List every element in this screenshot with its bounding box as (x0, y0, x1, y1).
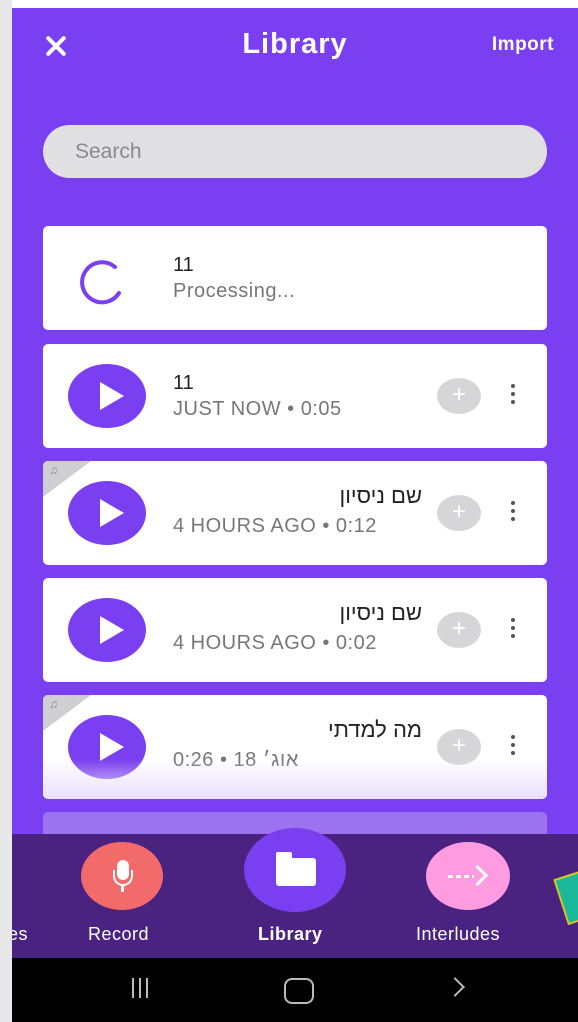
more-options-icon[interactable] (509, 384, 517, 408)
music-note-icon: ♫ (49, 463, 58, 477)
music-note-icon: ♫ (49, 697, 58, 711)
recording-meta: 4 HOURS AGO • 0:12 (173, 515, 377, 537)
play-button[interactable] (68, 364, 146, 428)
nav-record-label[interactable]: Record (88, 924, 149, 945)
recording-status: Processing... (173, 280, 296, 302)
recording-card[interactable]: ♫ שם ניסיון 4 HOURS AGO • 0:12 + (43, 461, 547, 565)
library-tab-button[interactable] (244, 828, 346, 912)
top-bar: Library Import (12, 8, 578, 88)
system-navigation-bar (12, 958, 578, 1022)
recording-meta: JUST NOW • 0:05 (173, 398, 342, 420)
recent-apps-icon[interactable] (132, 978, 154, 1000)
play-button[interactable] (68, 481, 146, 545)
recording-meta: 4 HOURS AGO • 0:02 (173, 632, 377, 654)
add-button[interactable]: + (437, 378, 481, 414)
loading-spinner-icon (80, 260, 121, 305)
recording-name: 11 (173, 254, 194, 276)
recording-name: שם ניסיון (339, 600, 423, 625)
search-input[interactable]: Search (43, 125, 547, 178)
more-options-icon[interactable] (509, 735, 517, 759)
nav-library-label[interactable]: Library (258, 924, 323, 945)
library-screen: Library Import Search 11 Processing... 1… (12, 8, 578, 1022)
recording-name: שם ניסיון (339, 483, 423, 508)
left-edge-strip (0, 0, 12, 1022)
play-button[interactable] (68, 598, 146, 662)
recording-name: 11 (173, 372, 194, 394)
microphone-stand (113, 870, 133, 886)
recording-card[interactable]: 11 JUST NOW • 0:05 + (43, 344, 547, 448)
folder-icon (276, 852, 316, 886)
next-tab-icon-partial[interactable] (553, 870, 578, 926)
home-icon[interactable] (284, 978, 314, 1004)
more-options-icon[interactable] (509, 618, 517, 642)
scroll-fade-overlay (43, 759, 547, 799)
interludes-button[interactable] (426, 842, 510, 910)
back-icon[interactable] (445, 977, 465, 997)
nav-partial-label[interactable]: es (12, 924, 28, 945)
more-options-icon[interactable] (509, 501, 517, 525)
add-button[interactable]: + (437, 495, 481, 531)
recording-name: מה למדתי (328, 717, 422, 742)
nav-interludes-label[interactable]: Interludes (416, 924, 500, 945)
arrow-head (466, 864, 489, 887)
add-button[interactable]: + (437, 612, 481, 648)
recording-card[interactable]: שם ניסיון 4 HOURS AGO • 0:02 + (43, 578, 547, 682)
recording-card-processing[interactable]: 11 Processing... (43, 226, 547, 330)
recording-card[interactable]: ♫ מה למדתי 0:26 • 18 אוג׳ + (43, 695, 547, 799)
bottom-navigation: es Record Library Interludes (12, 828, 578, 958)
record-button[interactable] (81, 842, 163, 910)
microphone-base (121, 886, 124, 892)
import-button[interactable]: Import (492, 34, 554, 56)
